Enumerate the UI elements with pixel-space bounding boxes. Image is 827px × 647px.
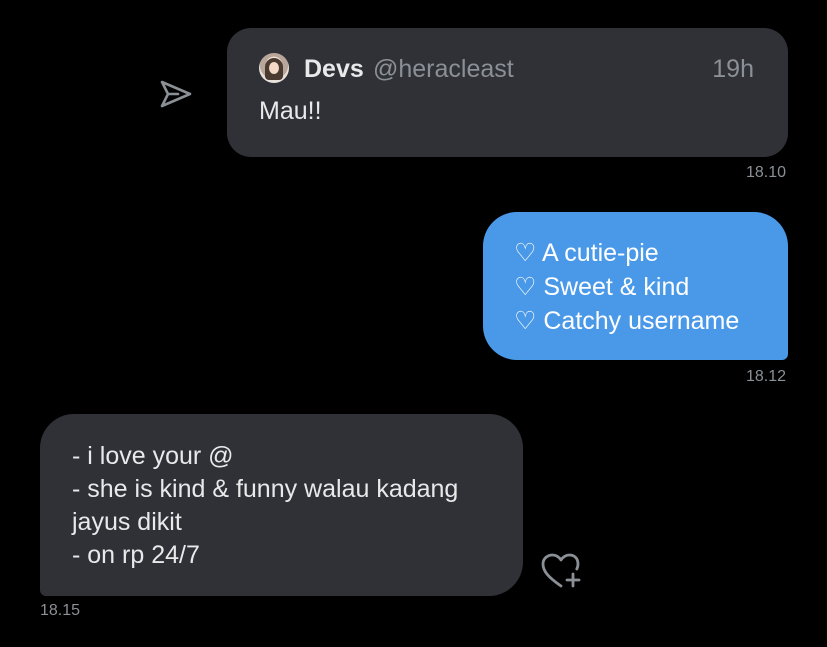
message-line: - she is kind & funny walau kadang: [72, 475, 459, 503]
avatar-face: [269, 62, 279, 74]
message-timestamp: 18.15: [40, 602, 81, 619]
message-line: ♡ A cutie-pie: [514, 239, 659, 267]
message-line: jayus dikit: [72, 508, 182, 536]
message-line: ♡ Catchy username: [514, 307, 740, 335]
sent-message-bubble[interactable]: ♡ A cutie-pie ♡ Sweet & kind ♡ Catchy us…: [483, 212, 788, 360]
message-line: - on rp 24/7: [72, 541, 200, 569]
message-timestamp: 18.12: [746, 368, 787, 385]
message-line: - i love your @: [72, 442, 234, 470]
message-line: ♡ Sweet & kind: [514, 273, 690, 301]
quoted-author-handle[interactable]: @heracleast: [373, 55, 514, 84]
avatar[interactable]: [259, 53, 289, 83]
message-timestamp: 18.10: [746, 164, 787, 181]
send-icon[interactable]: [158, 76, 194, 112]
received-message-bubble[interactable]: - i love your @ - she is kind & funny wa…: [40, 414, 523, 596]
heart-plus-icon[interactable]: [540, 552, 584, 592]
quoted-post-card[interactable]: Devs @heracleast 19h Mau!!: [227, 28, 788, 157]
quoted-post-text: Mau!!: [259, 97, 322, 125]
quoted-post-age: 19h: [712, 55, 754, 83]
quoted-author-name[interactable]: Devs: [304, 55, 364, 84]
